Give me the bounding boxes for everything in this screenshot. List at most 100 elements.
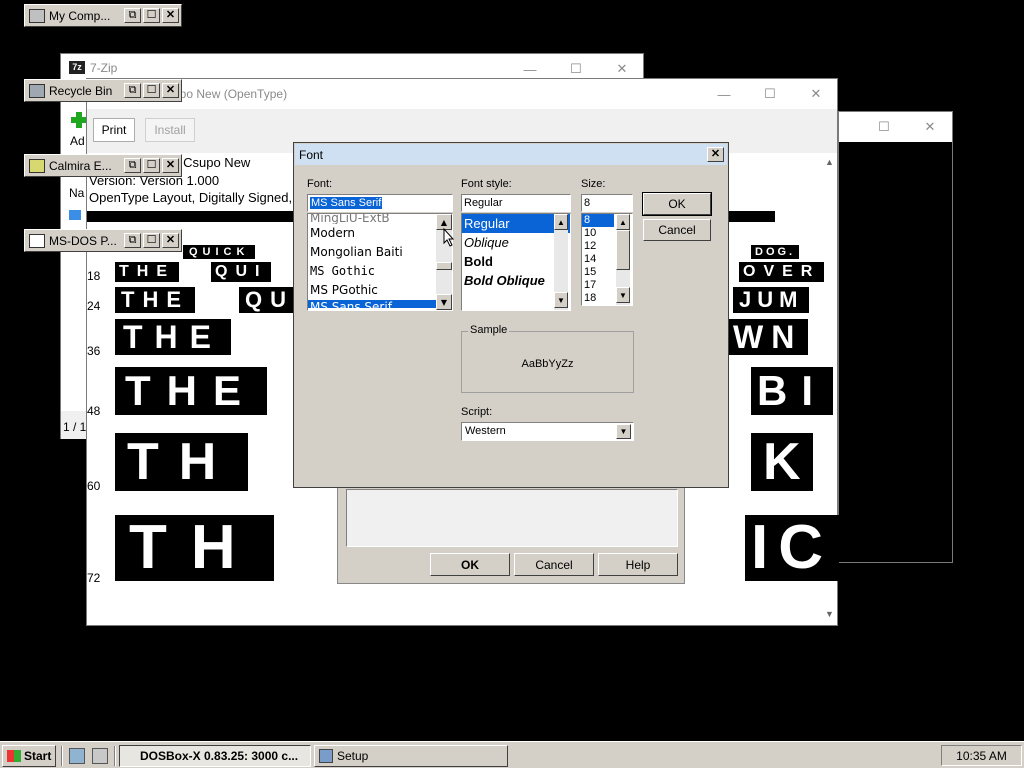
size-list[interactable]: 8 10 12 14 15 17 18 ▲ ▼ <box>581 213 633 306</box>
font-name: y Csupo New <box>173 155 251 170</box>
size-label-60: 60 <box>87 479 101 493</box>
task-label: Setup <box>337 749 369 763</box>
back-dialog-panel <box>346 489 678 547</box>
explorer-icon <box>29 158 45 173</box>
sample-row-36: THE <box>115 319 231 355</box>
install-button[interactable]: Install <box>145 118 195 142</box>
start-button[interactable]: Start <box>2 745 56 767</box>
sample-row-24: THE <box>115 287 195 313</box>
close-icon[interactable]: ✕ <box>162 83 179 98</box>
chevron-down-icon[interactable]: ▼ <box>616 424 631 439</box>
taskbar-separator <box>114 746 116 766</box>
sample-row-12: QUICK <box>183 245 256 259</box>
size-label-72: 72 <box>87 571 101 585</box>
font-list-item[interactable]: MS PGothic <box>308 281 452 300</box>
alphabet-strip-right <box>729 211 775 222</box>
cancel-button[interactable]: Cancel <box>643 219 711 241</box>
taskbar-separator <box>61 746 63 766</box>
scroll-thumb[interactable] <box>616 230 630 270</box>
minimized-title: Calmira E... <box>49 158 112 173</box>
restore-icon[interactable]: ⧉ <box>124 8 141 23</box>
font-info: OpenType Layout, Digitally Signed, T <box>89 190 304 205</box>
maximize-icon[interactable]: ☐ <box>143 233 160 248</box>
back-cancel-button[interactable]: Cancel <box>514 553 594 576</box>
back-dialog[interactable]: OK Cancel Help <box>337 486 685 584</box>
sample-row-72: TH <box>115 515 274 581</box>
back-help-button[interactable]: Help <box>598 553 678 576</box>
sample-row-18-b: QUI <box>211 262 272 282</box>
font-dialog[interactable]: Font ✕ Font: MS Sans Serif MingLiU-ExtB … <box>293 142 729 488</box>
sample-label: Sample <box>468 324 510 336</box>
font-list-item-selected[interactable]: MS Sans Serif <box>308 300 452 308</box>
font-label: Font: <box>307 178 333 190</box>
restore-icon[interactable]: ⧉ <box>124 158 141 173</box>
maximize-button[interactable]: ☐ <box>747 79 793 109</box>
minimized-msdos-prompt[interactable]: MS-DOS P... ⧉ ☐ ✕ <box>24 229 182 252</box>
recycle-bin-icon <box>29 83 45 98</box>
font-list-item[interactable]: MingLiU-ExtB <box>308 214 452 224</box>
name-column-header[interactable]: Na <box>69 186 84 200</box>
font-dialog-titlebar: Font ✕ <box>295 144 727 165</box>
back-ok-button[interactable]: OK <box>430 553 510 576</box>
minimized-my-computer[interactable]: My Comp... ⧉ ☐ ✕ <box>24 4 182 27</box>
add-toolbar-label[interactable]: Ad <box>70 134 85 148</box>
scroll-down-icon[interactable]: ▼ <box>825 609 834 619</box>
scroll-down-icon[interactable]: ▼ <box>554 292 568 308</box>
maximize-button[interactable]: ☐ <box>861 112 907 142</box>
script-select[interactable]: Western ▼ <box>461 422 634 441</box>
black-content <box>839 142 952 562</box>
vertical-scrollbar[interactable]: ▲ ▼ <box>821 153 837 625</box>
start-label: Start <box>24 749 52 763</box>
quicklaunch-printer-icon[interactable] <box>92 748 108 764</box>
system-tray: 10:35 AM <box>941 745 1022 766</box>
sample-row-60-right: K <box>751 433 813 491</box>
close-button[interactable]: ✕ <box>907 112 953 142</box>
add-icon[interactable] <box>71 112 87 128</box>
font-input-value: MS Sans Serif <box>310 197 383 209</box>
font-style-input[interactable]: Regular <box>461 194 571 212</box>
scroll-down-icon[interactable]: ▼ <box>436 294 452 310</box>
size-list-scrollbar[interactable]: ▲ ▼ <box>616 214 630 305</box>
clock[interactable]: 10:35 AM <box>956 749 1007 763</box>
font-input[interactable]: MS Sans Serif <box>307 194 453 212</box>
maximize-icon[interactable]: ☐ <box>143 83 160 98</box>
scroll-thumb[interactable] <box>436 262 452 270</box>
computer-icon <box>29 8 45 23</box>
minimized-calmira-explorer[interactable]: Calmira E... ⧉ ☐ ✕ <box>24 154 182 177</box>
sample-row-24-right: JUM <box>733 287 810 313</box>
print-button[interactable]: Print <box>93 118 135 142</box>
sevenzip-title: 7-Zip <box>90 61 118 75</box>
close-icon[interactable]: ✕ <box>162 158 179 173</box>
close-icon[interactable]: ✕ <box>707 147 724 162</box>
font-list-item[interactable]: Mongolian Baiti <box>308 243 452 262</box>
windows-logo-icon <box>7 750 21 762</box>
ok-button[interactable]: OK <box>642 192 712 216</box>
size-label: Size: <box>581 178 606 190</box>
restore-icon[interactable]: ⧉ <box>124 233 141 248</box>
font-list-item[interactable]: MS Gothic <box>308 262 452 281</box>
style-list-scrollbar[interactable]: ▲ ▼ <box>554 214 568 310</box>
msdos-icon <box>29 233 45 248</box>
scroll-up-icon[interactable]: ▲ <box>825 157 834 167</box>
maximize-icon[interactable]: ☐ <box>143 158 160 173</box>
close-icon[interactable]: ✕ <box>162 233 179 248</box>
size-item-selected[interactable]: 8 <box>582 214 614 227</box>
font-list[interactable]: MingLiU-ExtB Modern Mongolian Baiti MS G… <box>307 213 453 311</box>
size-input[interactable]: 8 <box>581 194 633 212</box>
minimize-button[interactable]: — <box>701 79 747 109</box>
font-style-input-value: Regular <box>464 197 503 209</box>
restore-icon[interactable]: ⧉ <box>124 83 141 98</box>
maximize-icon[interactable]: ☐ <box>143 8 160 23</box>
close-button[interactable]: ✕ <box>793 79 839 109</box>
scroll-up-icon[interactable]: ▲ <box>554 214 568 230</box>
minimized-recycle-bin[interactable]: Recycle Bin ⧉ ☐ ✕ <box>24 79 182 102</box>
taskbar-task-setup[interactable]: Setup <box>314 745 508 767</box>
close-icon[interactable]: ✕ <box>162 8 179 23</box>
font-style-list[interactable]: Regular Oblique Bold Bold Oblique ▲ ▼ <box>461 213 571 311</box>
font-list-item[interactable]: Modern <box>308 224 452 243</box>
sevenzip-icon: 7z <box>69 61 85 74</box>
taskbar-task-dosbox[interactable]: DOSBox-X 0.83.25: 3000 c... <box>119 745 311 767</box>
scroll-up-icon[interactable]: ▲ <box>616 214 630 230</box>
quicklaunch-explorer-icon[interactable] <box>69 748 85 764</box>
scroll-down-icon[interactable]: ▼ <box>616 287 630 303</box>
